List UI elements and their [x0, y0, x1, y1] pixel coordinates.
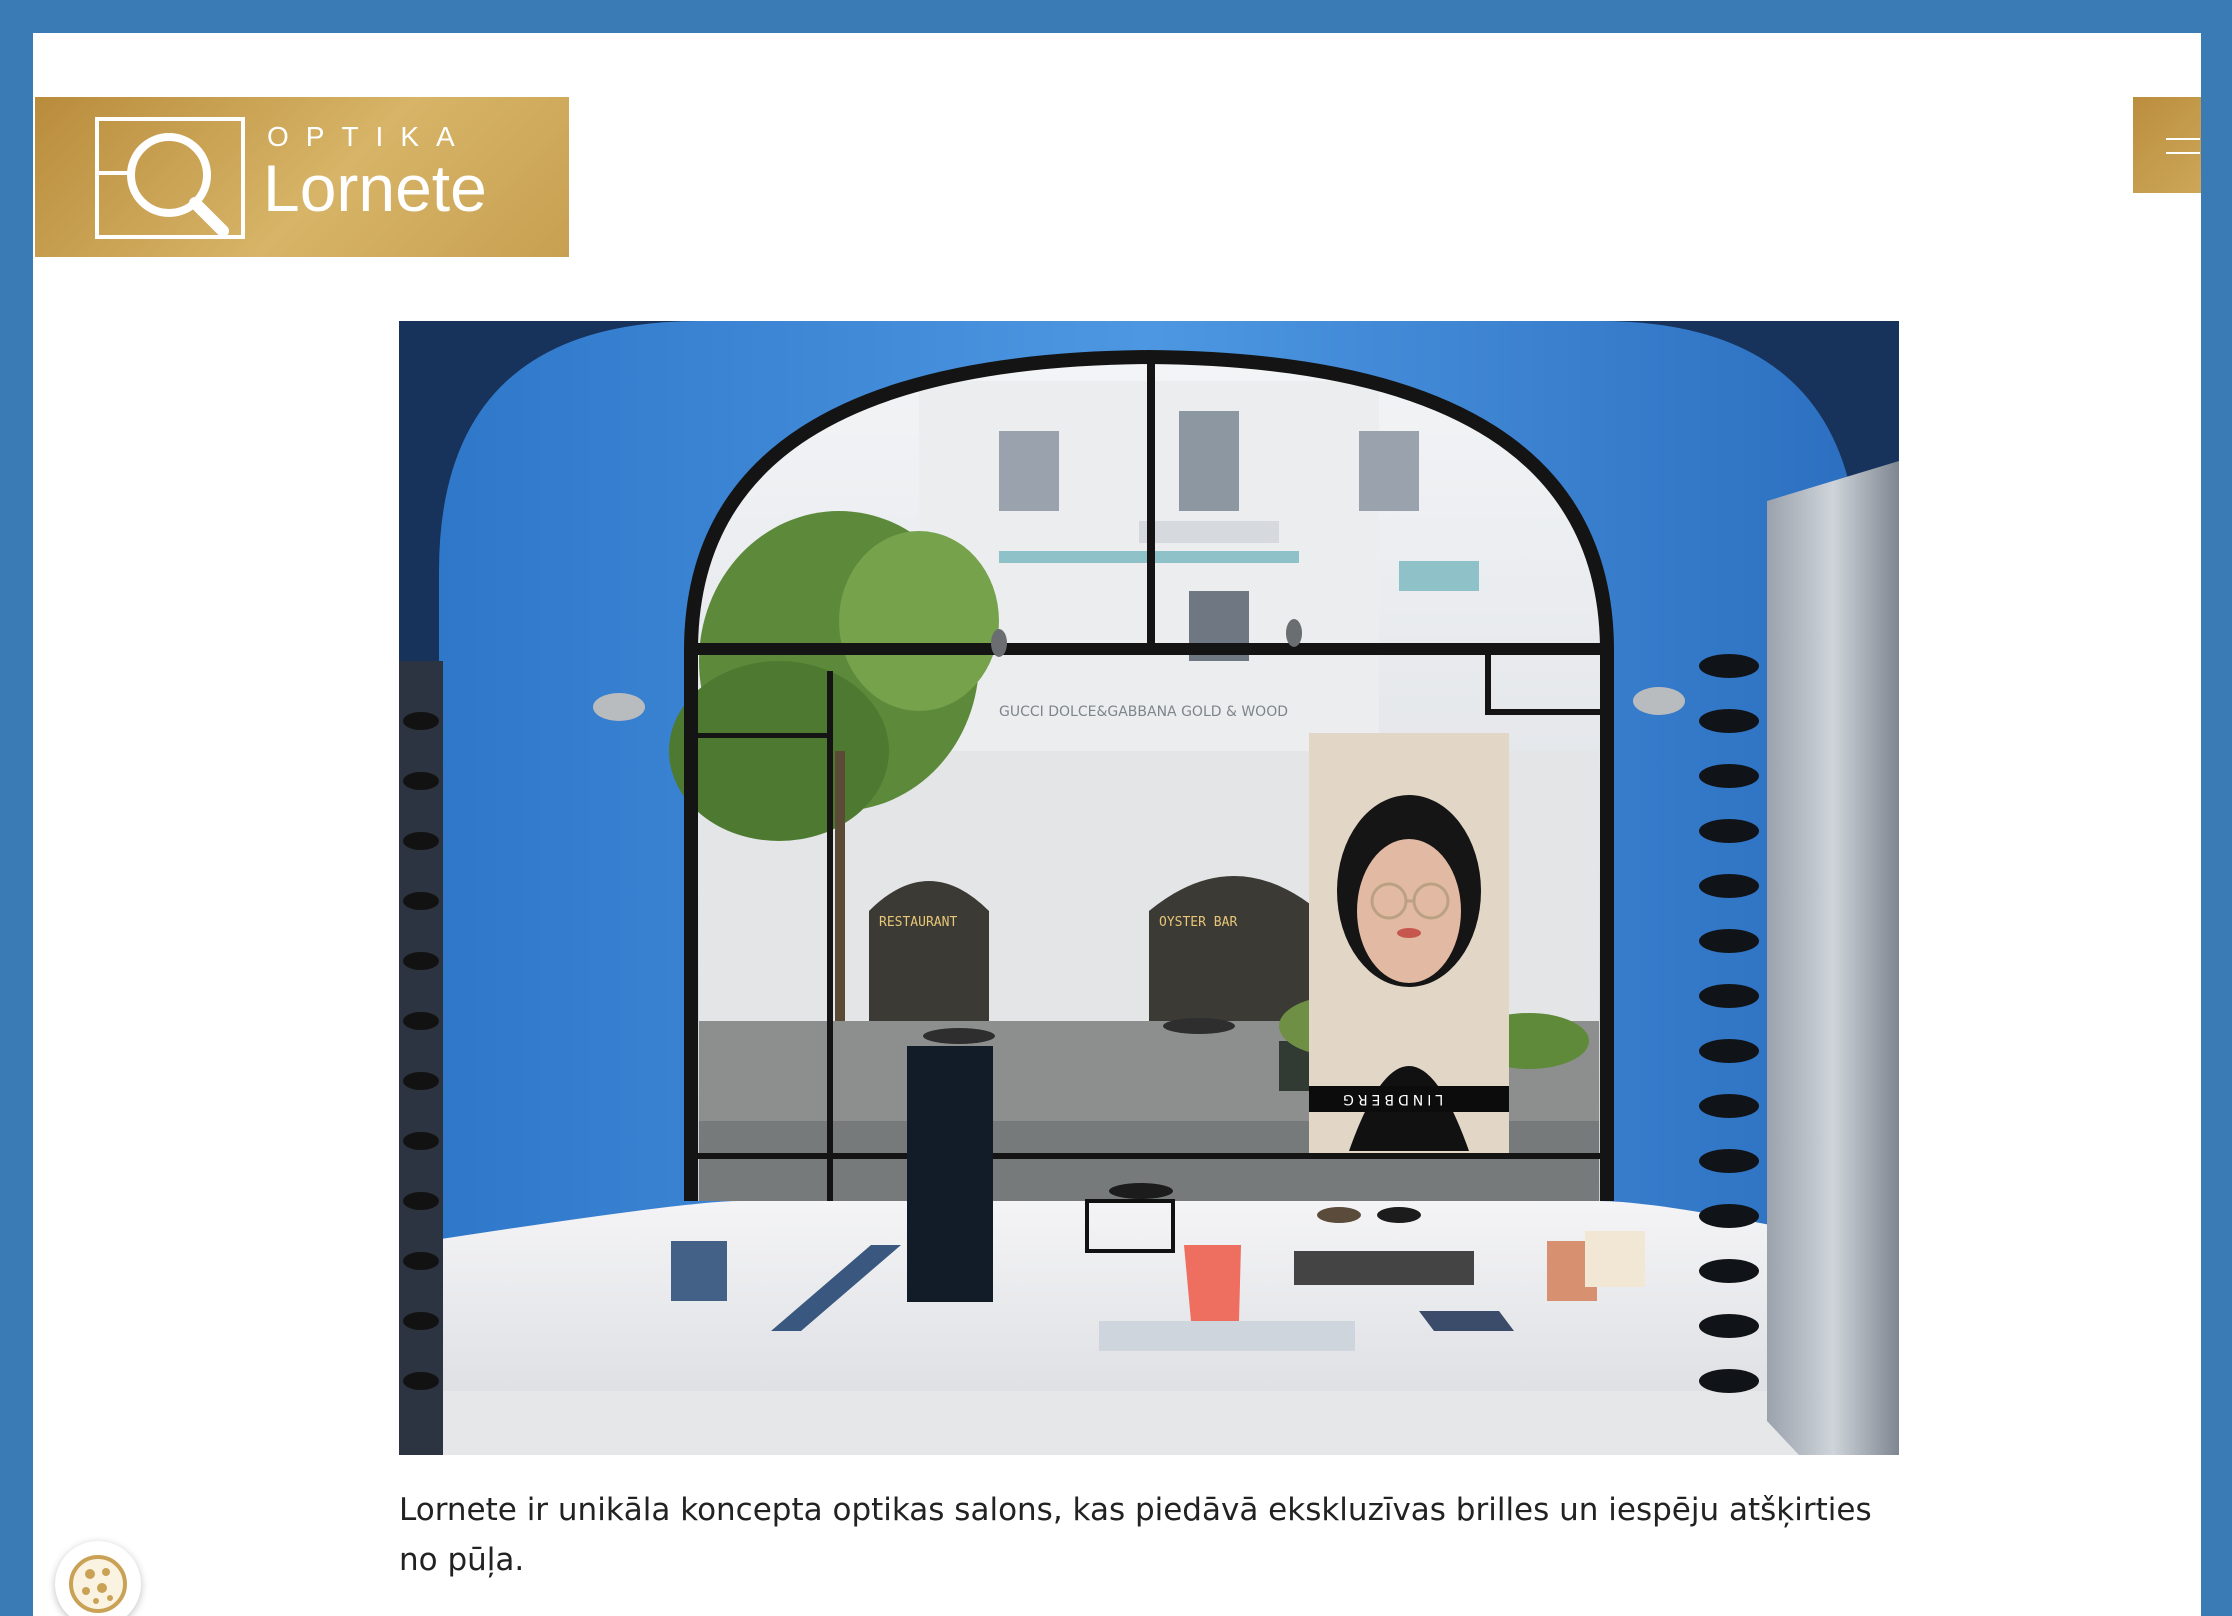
cookie-icon [69, 1555, 127, 1613]
brand-subtitle: OPTIKA [267, 121, 472, 152]
page-content: OPTIKA Lornete RESTAURANT OYSTER BAR GUC… [33, 33, 2201, 1616]
hamburger-menu-icon-line [2166, 152, 2200, 154]
brand-signs: GUCCI DOLCE&GABBANA GOLD & WOOD [999, 704, 1288, 720]
hamburger-menu-icon [2166, 138, 2200, 140]
menu-button[interactable] [2133, 97, 2201, 193]
oyster-bar-sign: OYSTER BAR [1159, 915, 1237, 930]
brand-logo[interactable]: OPTIKA Lornete [35, 97, 569, 257]
poster-brand: LINDBERG [1339, 1091, 1443, 1107]
intro-text: Lornete ir unikāla koncepta optikas salo… [399, 1492, 1872, 1578]
restaurant-sign: RESTAURANT [879, 915, 957, 930]
magnifier-logo-icon [95, 117, 245, 239]
hero-image: RESTAURANT OYSTER BAR GUCCI DOLCE&GABBAN… [399, 321, 1899, 1455]
cookie-settings-button[interactable] [55, 1541, 141, 1616]
brand-name: Lornete [263, 151, 487, 225]
